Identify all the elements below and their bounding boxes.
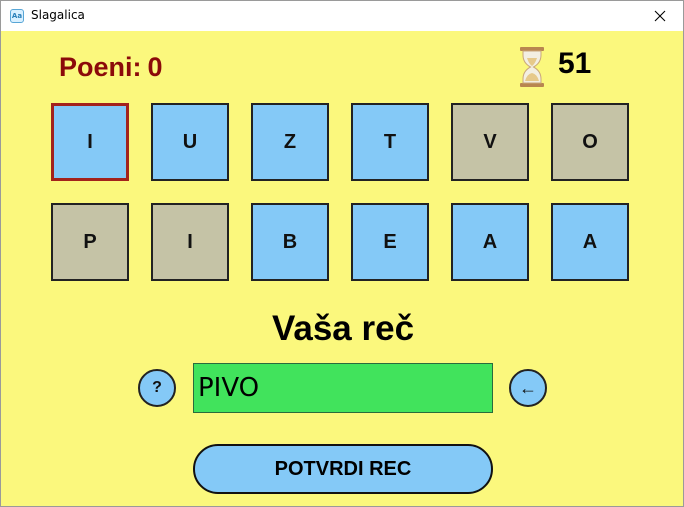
letter-tile[interactable]: O: [551, 103, 629, 181]
letter-tile[interactable]: V: [451, 103, 529, 181]
help-button[interactable]: ?: [138, 369, 176, 407]
close-icon: [654, 10, 666, 22]
score-display: Poeni: 0: [59, 52, 163, 83]
letter-tile[interactable]: B: [251, 203, 329, 281]
timer-value: 51: [558, 47, 592, 80]
letter-tile[interactable]: Z: [251, 103, 329, 181]
letter-tile[interactable]: A: [451, 203, 529, 281]
window-title: Slagalica: [31, 8, 85, 22]
confirm-word-button[interactable]: POTVRDI REC: [193, 444, 493, 494]
close-button[interactable]: [637, 1, 683, 31]
letter-tile[interactable]: P: [51, 203, 129, 281]
score-label: Poeni:: [59, 52, 142, 82]
word-heading: Vaša reč: [271, 309, 415, 348]
app-window: Aa Slagalica Poeni: 0 51 I U Z T V O P I …: [0, 0, 684, 507]
letter-tile[interactable]: I: [151, 203, 229, 281]
letter-tile[interactable]: I: [51, 103, 129, 181]
score-value: 0: [147, 52, 163, 82]
app-icon: Aa: [10, 9, 24, 23]
backspace-button[interactable]: ←: [509, 369, 547, 407]
letter-tile[interactable]: U: [151, 103, 229, 181]
hourglass-icon: [520, 47, 544, 87]
word-input[interactable]: PIVO: [193, 363, 493, 413]
title-bar[interactable]: Aa Slagalica: [1, 1, 683, 31]
letter-tile[interactable]: T: [351, 103, 429, 181]
letter-tile[interactable]: A: [551, 203, 629, 281]
letter-tile[interactable]: E: [351, 203, 429, 281]
